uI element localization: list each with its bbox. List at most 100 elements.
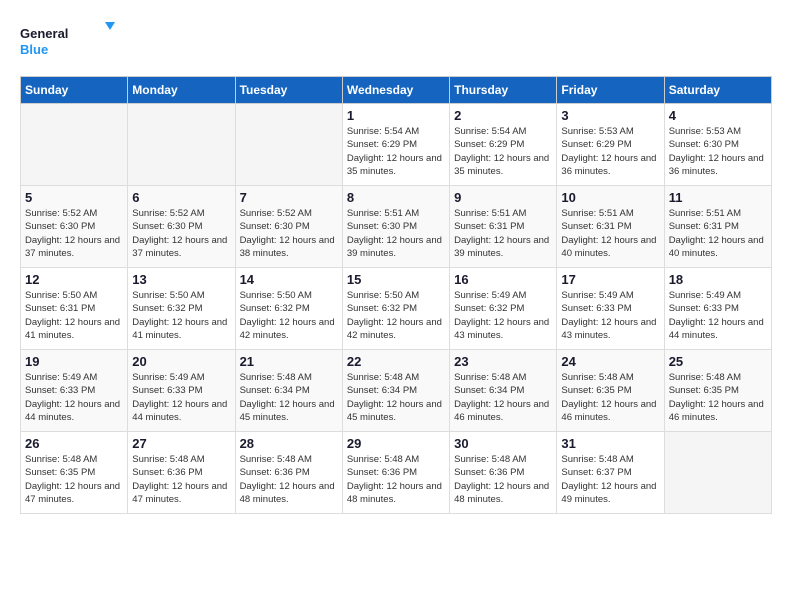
day-number: 20 <box>132 354 230 369</box>
calendar-cell: 25 Sunrise: 5:48 AM Sunset: 6:35 PM Dayl… <box>664 350 771 432</box>
sunset-text: Sunset: 6:31 PM <box>454 221 524 232</box>
logo-svg: General Blue <box>20 20 120 60</box>
sunset-text: Sunset: 6:34 PM <box>454 385 524 396</box>
sunrise-text: Sunrise: 5:49 AM <box>454 290 526 301</box>
sunset-text: Sunset: 6:30 PM <box>25 221 95 232</box>
sunrise-text: Sunrise: 5:51 AM <box>561 208 633 219</box>
daylight-text: Daylight: 12 hours and 48 minutes. <box>240 481 335 505</box>
weekday-header-sunday: Sunday <box>21 77 128 104</box>
daylight-text: Daylight: 12 hours and 48 minutes. <box>454 481 549 505</box>
sunset-text: Sunset: 6:32 PM <box>347 303 417 314</box>
calendar-table: SundayMondayTuesdayWednesdayThursdayFrid… <box>20 76 772 514</box>
day-number: 27 <box>132 436 230 451</box>
weekday-header-saturday: Saturday <box>664 77 771 104</box>
calendar-cell: 28 Sunrise: 5:48 AM Sunset: 6:36 PM Dayl… <box>235 432 342 514</box>
calendar-cell: 12 Sunrise: 5:50 AM Sunset: 6:31 PM Dayl… <box>21 268 128 350</box>
sunrise-text: Sunrise: 5:48 AM <box>25 454 97 465</box>
calendar-cell: 6 Sunrise: 5:52 AM Sunset: 6:30 PM Dayli… <box>128 186 235 268</box>
day-number: 8 <box>347 190 445 205</box>
calendar-cell: 17 Sunrise: 5:49 AM Sunset: 6:33 PM Dayl… <box>557 268 664 350</box>
sunset-text: Sunset: 6:31 PM <box>25 303 95 314</box>
calendar-cell: 27 Sunrise: 5:48 AM Sunset: 6:36 PM Dayl… <box>128 432 235 514</box>
daylight-text: Daylight: 12 hours and 38 minutes. <box>240 235 335 259</box>
daylight-text: Daylight: 12 hours and 44 minutes. <box>132 399 227 423</box>
sunrise-text: Sunrise: 5:53 AM <box>669 126 741 137</box>
calendar-cell: 9 Sunrise: 5:51 AM Sunset: 6:31 PM Dayli… <box>450 186 557 268</box>
sunrise-text: Sunrise: 5:53 AM <box>561 126 633 137</box>
day-info: Sunrise: 5:51 AM Sunset: 6:31 PM Dayligh… <box>561 207 659 260</box>
calendar-cell: 20 Sunrise: 5:49 AM Sunset: 6:33 PM Dayl… <box>128 350 235 432</box>
sunrise-text: Sunrise: 5:52 AM <box>25 208 97 219</box>
sunrise-text: Sunrise: 5:50 AM <box>240 290 312 301</box>
sunrise-text: Sunrise: 5:49 AM <box>25 372 97 383</box>
day-info: Sunrise: 5:54 AM Sunset: 6:29 PM Dayligh… <box>454 125 552 178</box>
day-number: 5 <box>25 190 123 205</box>
calendar-cell <box>128 104 235 186</box>
calendar-cell: 16 Sunrise: 5:49 AM Sunset: 6:32 PM Dayl… <box>450 268 557 350</box>
sunset-text: Sunset: 6:30 PM <box>669 139 739 150</box>
calendar-cell: 22 Sunrise: 5:48 AM Sunset: 6:34 PM Dayl… <box>342 350 449 432</box>
sunrise-text: Sunrise: 5:48 AM <box>240 372 312 383</box>
daylight-text: Daylight: 12 hours and 47 minutes. <box>25 481 120 505</box>
day-number: 16 <box>454 272 552 287</box>
sunset-text: Sunset: 6:35 PM <box>669 385 739 396</box>
sunrise-text: Sunrise: 5:52 AM <box>240 208 312 219</box>
sunset-text: Sunset: 6:33 PM <box>561 303 631 314</box>
day-number: 18 <box>669 272 767 287</box>
calendar-cell: 23 Sunrise: 5:48 AM Sunset: 6:34 PM Dayl… <box>450 350 557 432</box>
calendar-cell: 7 Sunrise: 5:52 AM Sunset: 6:30 PM Dayli… <box>235 186 342 268</box>
day-info: Sunrise: 5:51 AM Sunset: 6:30 PM Dayligh… <box>347 207 445 260</box>
daylight-text: Daylight: 12 hours and 46 minutes. <box>669 399 764 423</box>
sunset-text: Sunset: 6:32 PM <box>454 303 524 314</box>
calendar-cell: 29 Sunrise: 5:48 AM Sunset: 6:36 PM Dayl… <box>342 432 449 514</box>
day-number: 1 <box>347 108 445 123</box>
sunrise-text: Sunrise: 5:51 AM <box>347 208 419 219</box>
calendar-cell: 26 Sunrise: 5:48 AM Sunset: 6:35 PM Dayl… <box>21 432 128 514</box>
day-info: Sunrise: 5:50 AM Sunset: 6:31 PM Dayligh… <box>25 289 123 342</box>
day-number: 25 <box>669 354 767 369</box>
day-number: 6 <box>132 190 230 205</box>
sunset-text: Sunset: 6:36 PM <box>132 467 202 478</box>
sunset-text: Sunset: 6:36 PM <box>347 467 417 478</box>
sunset-text: Sunset: 6:31 PM <box>669 221 739 232</box>
sunset-text: Sunset: 6:29 PM <box>454 139 524 150</box>
day-number: 7 <box>240 190 338 205</box>
calendar-cell: 1 Sunrise: 5:54 AM Sunset: 6:29 PM Dayli… <box>342 104 449 186</box>
sunrise-text: Sunrise: 5:49 AM <box>561 290 633 301</box>
calendar-cell: 8 Sunrise: 5:51 AM Sunset: 6:30 PM Dayli… <box>342 186 449 268</box>
sunrise-text: Sunrise: 5:51 AM <box>669 208 741 219</box>
day-number: 29 <box>347 436 445 451</box>
sunrise-text: Sunrise: 5:52 AM <box>132 208 204 219</box>
sunset-text: Sunset: 6:31 PM <box>561 221 631 232</box>
sunrise-text: Sunrise: 5:48 AM <box>454 372 526 383</box>
sunrise-text: Sunrise: 5:50 AM <box>347 290 419 301</box>
sunset-text: Sunset: 6:34 PM <box>347 385 417 396</box>
weekday-header-thursday: Thursday <box>450 77 557 104</box>
daylight-text: Daylight: 12 hours and 44 minutes. <box>25 399 120 423</box>
sunset-text: Sunset: 6:35 PM <box>561 385 631 396</box>
day-info: Sunrise: 5:52 AM Sunset: 6:30 PM Dayligh… <box>25 207 123 260</box>
calendar-cell: 4 Sunrise: 5:53 AM Sunset: 6:30 PM Dayli… <box>664 104 771 186</box>
calendar-week-2: 5 Sunrise: 5:52 AM Sunset: 6:30 PM Dayli… <box>21 186 772 268</box>
daylight-text: Daylight: 12 hours and 36 minutes. <box>561 153 656 177</box>
day-info: Sunrise: 5:49 AM Sunset: 6:33 PM Dayligh… <box>561 289 659 342</box>
calendar-cell: 10 Sunrise: 5:51 AM Sunset: 6:31 PM Dayl… <box>557 186 664 268</box>
daylight-text: Daylight: 12 hours and 43 minutes. <box>561 317 656 341</box>
day-number: 2 <box>454 108 552 123</box>
sunrise-text: Sunrise: 5:54 AM <box>454 126 526 137</box>
day-number: 19 <box>25 354 123 369</box>
day-number: 15 <box>347 272 445 287</box>
day-info: Sunrise: 5:51 AM Sunset: 6:31 PM Dayligh… <box>454 207 552 260</box>
calendar-cell: 11 Sunrise: 5:51 AM Sunset: 6:31 PM Dayl… <box>664 186 771 268</box>
daylight-text: Daylight: 12 hours and 39 minutes. <box>347 235 442 259</box>
sunset-text: Sunset: 6:30 PM <box>347 221 417 232</box>
calendar-cell: 24 Sunrise: 5:48 AM Sunset: 6:35 PM Dayl… <box>557 350 664 432</box>
calendar-body: 1 Sunrise: 5:54 AM Sunset: 6:29 PM Dayli… <box>21 104 772 514</box>
svg-text:Blue: Blue <box>20 42 48 57</box>
day-number: 13 <box>132 272 230 287</box>
day-number: 31 <box>561 436 659 451</box>
day-info: Sunrise: 5:49 AM Sunset: 6:33 PM Dayligh… <box>669 289 767 342</box>
header: General Blue <box>20 20 772 60</box>
calendar-cell <box>664 432 771 514</box>
day-number: 24 <box>561 354 659 369</box>
